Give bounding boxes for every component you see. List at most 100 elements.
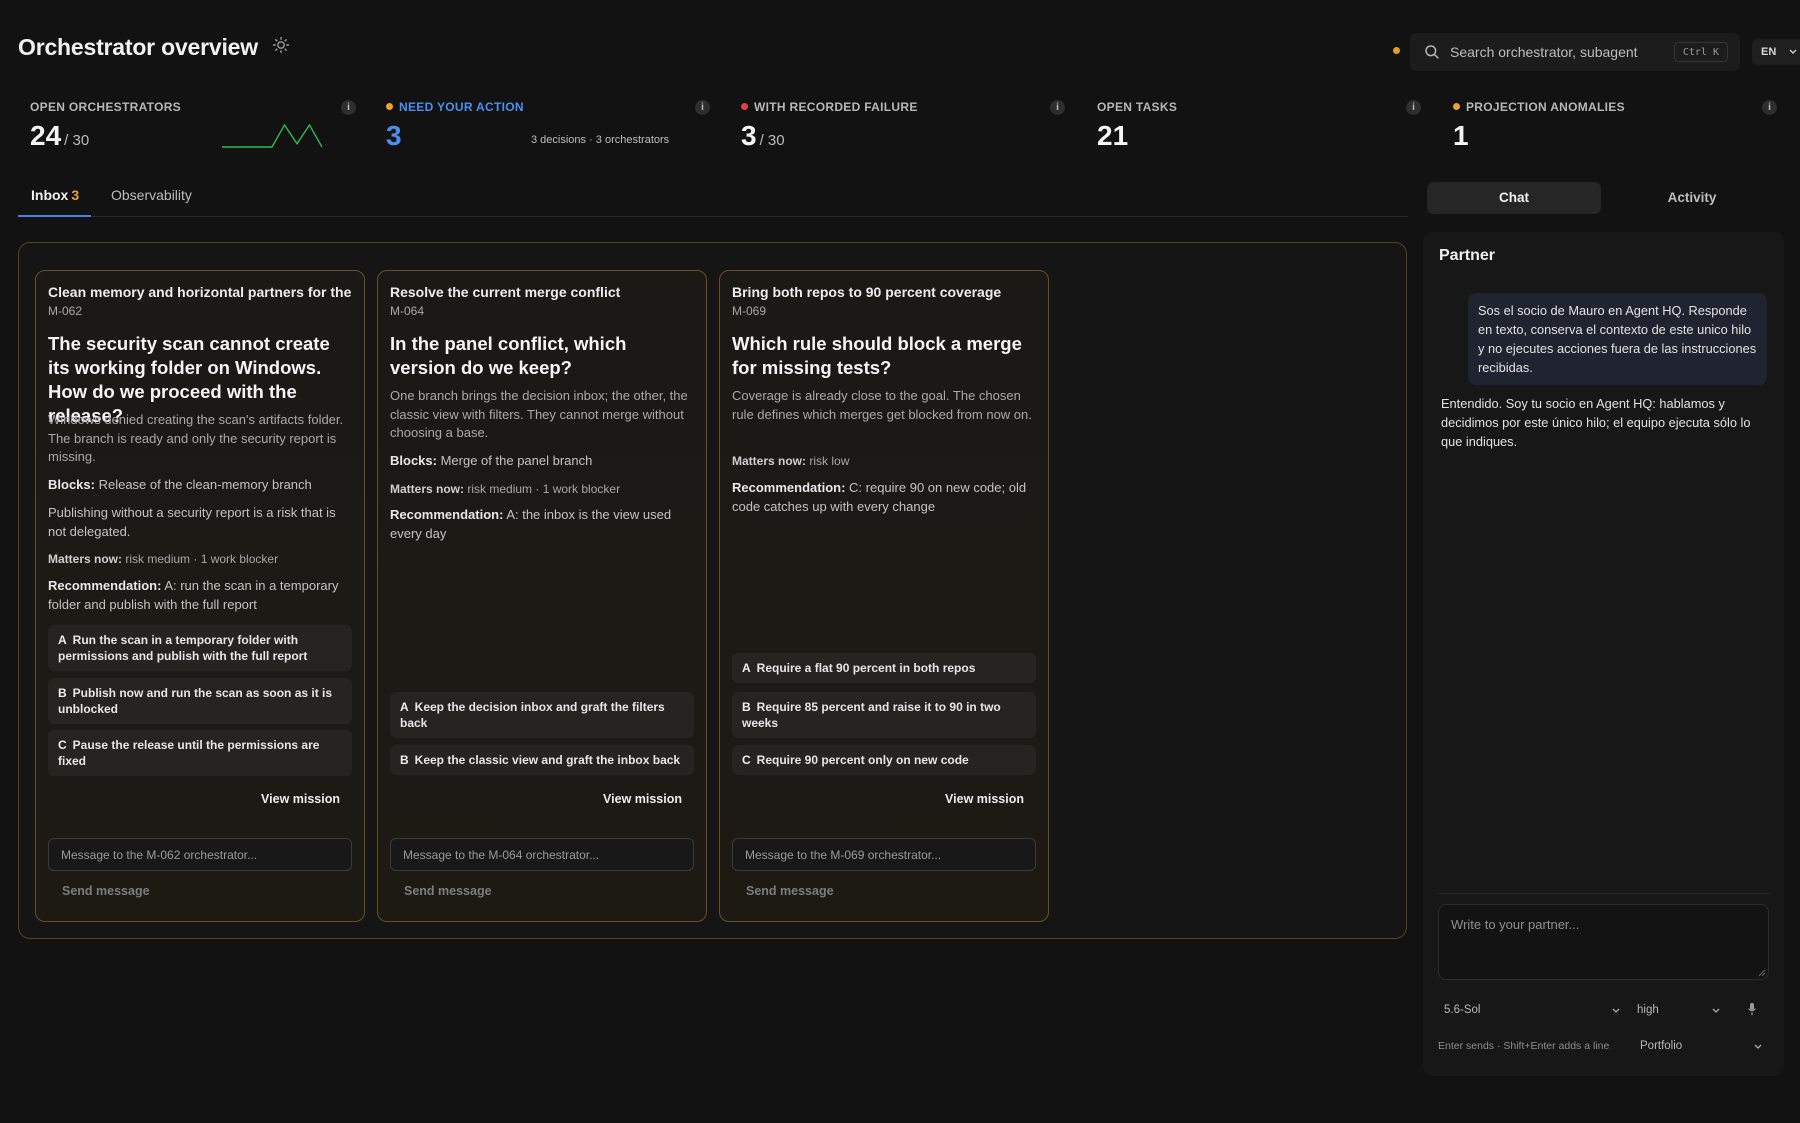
message-input[interactable]: Message to the M-069 orchestrator... xyxy=(732,838,1036,871)
search-box[interactable]: Search orchestrator, subagent Ctrl K xyxy=(1410,33,1740,71)
tab-chat[interactable]: Chat xyxy=(1427,182,1601,214)
info-icon[interactable]: i xyxy=(1050,100,1065,115)
send-hint: Enter sends · Shift+Enter adds a line xyxy=(1438,1040,1610,1052)
effort-select[interactable]: high xyxy=(1637,1004,1721,1016)
metric-total: / 30 xyxy=(64,132,90,149)
metric-label-wrap: WITH RECORDED FAILURE xyxy=(741,100,918,114)
chat-panel: Partner Sos el socio de Mauro en Agent H… xyxy=(1423,232,1784,1076)
partner-input-placeholder: Write to your partner... xyxy=(1451,917,1580,932)
mission-id: M-064 xyxy=(390,304,425,318)
status-dot xyxy=(1393,47,1400,54)
decision-card: Clean memory and horizontal partners for… xyxy=(35,270,365,922)
message-input[interactable]: Message to the M-064 orchestrator... xyxy=(390,838,694,871)
option-a[interactable]: A Require a flat 90 percent in both repos xyxy=(732,653,1036,683)
metric-label: NEED YOUR ACTION xyxy=(399,100,524,114)
status-dot xyxy=(1453,103,1460,110)
metric-projection-anomalies: PROJECTION ANOMALIES 1 i xyxy=(1453,98,1777,158)
model-label: 5.6-Sol xyxy=(1444,1004,1481,1016)
status-dot xyxy=(741,103,748,110)
tab-activity[interactable]: Activity xyxy=(1605,182,1779,214)
decision-question: In the panel conflict, which version do … xyxy=(390,333,627,378)
search-input[interactable]: Search orchestrator, subagent xyxy=(1450,44,1638,60)
metric-value: 3/ 30 xyxy=(741,120,785,151)
metric-need-action: NEED YOUR ACTION 3 3 decisions · 3 orche… xyxy=(386,98,710,158)
tab-inbox[interactable]: Inbox 3 xyxy=(18,187,91,217)
inbox-count-badge: 3 xyxy=(71,187,80,203)
metric-open-orchestrators: OPEN ORCHESTRATORS 24/ 30 i xyxy=(30,98,356,158)
main-tabs: Inbox 3 Observability xyxy=(18,183,1408,217)
metric-label: PROJECTION ANOMALIES xyxy=(1466,100,1625,114)
effort-label: high xyxy=(1637,1004,1659,1016)
chevron-down-icon xyxy=(1712,1008,1720,1013)
matters-line: Matters now: risk low xyxy=(732,454,850,468)
view-mission-link[interactable]: View mission xyxy=(261,792,340,806)
language-label: EN xyxy=(1761,46,1777,58)
info-icon[interactable]: i xyxy=(1762,100,1777,115)
tab-observability-label: Observability xyxy=(111,187,192,203)
chevron-down-icon xyxy=(1612,1008,1620,1013)
info-icon[interactable]: i xyxy=(341,100,356,115)
option-a[interactable]: A Keep the decision inbox and graft the f… xyxy=(390,692,694,738)
view-mission-link[interactable]: View mission xyxy=(945,792,1024,806)
message-input[interactable]: Message to the M-062 orchestrator... xyxy=(48,838,352,871)
mission-id: M-062 xyxy=(48,304,83,318)
matters-line: Matters now: risk medium · 1 work blocke… xyxy=(390,482,621,496)
header: Orchestrator overview Search orchestrato… xyxy=(18,30,1800,71)
info-icon[interactable]: i xyxy=(1406,100,1421,115)
recommendation-line: Recommendation: A: run the scan in a tem… xyxy=(48,578,339,612)
model-select[interactable]: 5.6-Sol xyxy=(1444,1004,1620,1016)
risk-note: Publishing without a security report is … xyxy=(48,505,336,539)
metric-value: 24/ 30 xyxy=(30,120,90,151)
card-title[interactable]: Bring both repos to 90 percent coverage xyxy=(732,284,1038,300)
page-title: Orchestrator overview xyxy=(18,34,258,60)
tab-observability[interactable]: Observability xyxy=(111,187,192,217)
metric-label: OPEN TASKS xyxy=(1097,100,1178,114)
chat-title: Partner xyxy=(1439,247,1496,264)
chevron-down-icon xyxy=(1789,49,1797,54)
tab-inbox-label: Inbox xyxy=(31,187,69,203)
card-title[interactable]: Resolve the current merge conflict xyxy=(390,284,696,300)
send-message-button[interactable]: Send message xyxy=(62,884,150,898)
chat-panel-tabs: Chat Activity xyxy=(1427,182,1781,214)
decision-description: Coverage is already close to the goal. T… xyxy=(732,388,1032,422)
microphone-icon[interactable] xyxy=(1747,1002,1757,1016)
decision-description: Windows denied creating the scan's artif… xyxy=(48,412,344,464)
view-mission-link[interactable]: View mission xyxy=(603,792,682,806)
metric-value: 1 xyxy=(1453,120,1469,151)
sun-icon[interactable] xyxy=(272,36,290,54)
mission-id: M-069 xyxy=(732,304,767,318)
project-select[interactable]: Portfolio xyxy=(1640,1040,1762,1052)
metric-value: 21 xyxy=(1097,120,1129,151)
recommendation-line: Recommendation: C: require 90 on new cod… xyxy=(732,480,1027,514)
metric-label: WITH RECORDED FAILURE xyxy=(754,100,918,114)
option-b[interactable]: B Keep the classic view and graft the inb… xyxy=(390,745,694,775)
option-b[interactable]: B Require 85 percent and raise it to 90 i… xyxy=(732,692,1036,738)
send-message-button[interactable]: Send message xyxy=(746,884,834,898)
decision-description: One branch brings the decision inbox; th… xyxy=(390,388,688,440)
sparkline xyxy=(222,123,323,148)
decision-card: Resolve the current merge conflict M-064… xyxy=(377,270,707,922)
info-icon[interactable]: i xyxy=(695,100,710,115)
metric-total: / 30 xyxy=(759,132,785,149)
metric-value: 3 xyxy=(386,120,402,151)
card-title[interactable]: Clean memory and horizontal partners for… xyxy=(48,284,354,300)
partner-input[interactable]: Write to your partner... xyxy=(1438,904,1769,980)
send-message-button[interactable]: Send message xyxy=(404,884,492,898)
matters-line: Matters now: risk medium · 1 work blocke… xyxy=(48,552,279,566)
decision-card: Bring both repos to 90 percent coverage … xyxy=(719,270,1049,922)
metric-open-tasks: OPEN TASKS 21 i xyxy=(1097,98,1421,158)
option-c[interactable]: C Pause the release until the permissions… xyxy=(48,730,352,776)
recommendation-line: Recommendation: A: the inbox is the view… xyxy=(390,507,672,541)
divider xyxy=(1438,893,1769,894)
chevron-down-icon xyxy=(1754,1044,1762,1049)
blocks-line: Blocks: Release of the clean-memory bran… xyxy=(48,477,312,492)
option-c[interactable]: C Require 90 percent only on new code xyxy=(732,745,1036,775)
search-shortcut: Ctrl K xyxy=(1673,42,1728,62)
metric-label: OPEN ORCHESTRATORS xyxy=(30,100,181,114)
language-select[interactable]: EN xyxy=(1752,39,1800,65)
option-b[interactable]: B Publish now and run the scan as soon as… xyxy=(48,678,352,724)
option-a[interactable]: A Run the scan in a temporary folder with… xyxy=(48,625,352,671)
resize-grip-icon[interactable] xyxy=(1758,969,1766,977)
status-dot xyxy=(386,103,393,110)
sparkline-line xyxy=(222,123,323,148)
